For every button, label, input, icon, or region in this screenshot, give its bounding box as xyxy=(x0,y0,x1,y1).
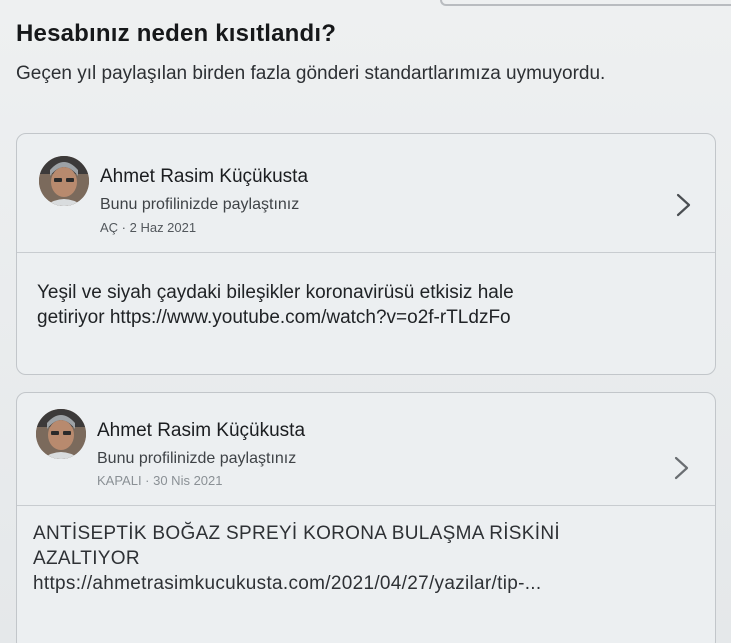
post-card[interactable]: Ahmet Rasim Küçükusta Bunu profilinizde … xyxy=(16,392,716,643)
post-share-label: Bunu profilinizde paylaştınız xyxy=(97,450,297,467)
avatar xyxy=(36,409,86,459)
post-share-label: Bunu profilinizde paylaştınız xyxy=(100,196,300,213)
avatar-photo xyxy=(36,409,86,459)
page-subtitle: Geçen yıl paylaşılan birden fazla gönder… xyxy=(16,63,606,84)
post-text: ANTİSEPTİK BOĞAZ SPREYİ KORONA BULAŞMA R… xyxy=(33,521,693,596)
post-card[interactable]: Ahmet Rasim Küçükusta Bunu profilinizde … xyxy=(16,133,716,375)
avatar-photo xyxy=(39,156,89,206)
post-card-header[interactable]: Ahmet Rasim Küçükusta Bunu profilinizde … xyxy=(17,393,715,506)
post-text-line: AZALTIYOR xyxy=(33,548,140,569)
chevron-right-icon[interactable] xyxy=(673,192,693,218)
top-panel-edge xyxy=(440,0,731,6)
post-meta: KAPALI · 30 Nis 2021 xyxy=(97,473,223,488)
post-author[interactable]: Ahmet Rasim Küçükusta xyxy=(100,166,308,188)
post-text-line: ANTİSEPTİK BOĞAZ SPREYİ KORONA BULAŞMA R… xyxy=(33,523,560,544)
post-text: Yeşil ve siyah çaydaki bileşikler korona… xyxy=(37,280,677,330)
post-link[interactable]: https://ahmetrasimkucukusta.com/2021/04/… xyxy=(33,571,693,596)
chevron-right-icon[interactable] xyxy=(671,455,691,481)
page-title: Hesabınız neden kısıtlandı? xyxy=(16,20,337,47)
post-card-header[interactable]: Ahmet Rasim Küçükusta Bunu profilinizde … xyxy=(17,134,715,253)
restriction-page: Hesabınız neden kısıtlandı? Geçen yıl pa… xyxy=(0,0,731,643)
post-text-line: Yeşil ve siyah çaydaki bileşikler korona… xyxy=(37,282,514,303)
post-meta: AÇ · 2 Haz 2021 xyxy=(100,220,197,235)
post-author[interactable]: Ahmet Rasim Küçükusta xyxy=(97,420,305,442)
avatar xyxy=(39,156,89,206)
post-text-line: getiriyor https://www.youtube.com/watch?… xyxy=(37,307,511,328)
